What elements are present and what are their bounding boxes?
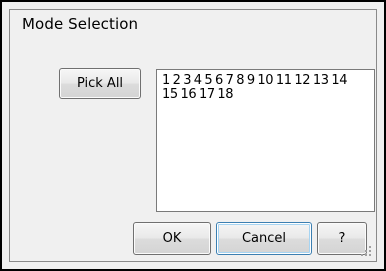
resize-grip-icon[interactable] [360,245,372,257]
cancel-button[interactable]: Cancel [216,222,312,255]
modes-list[interactable]: 1 2 3 4 5 6 7 8 9 10 11 12 13 14 15 16 1… [156,69,375,212]
modes-list-line-1: 1 2 3 4 5 6 7 8 9 10 11 12 13 14 [162,73,348,88]
dialog-frame: Mode Selection Pick All 1 2 3 4 5 6 7 8 … [9,9,377,262]
title-bar[interactable]: Mode Selection [11,11,375,41]
pick-all-button[interactable]: Pick All [59,68,141,99]
ok-button[interactable]: OK [133,222,211,255]
dialog-title: Mode Selection [22,15,139,33]
modes-list-line-2: 15 16 17 18 [162,87,234,102]
mode-selection-dialog: Mode Selection Pick All 1 2 3 4 5 6 7 8 … [0,0,386,271]
